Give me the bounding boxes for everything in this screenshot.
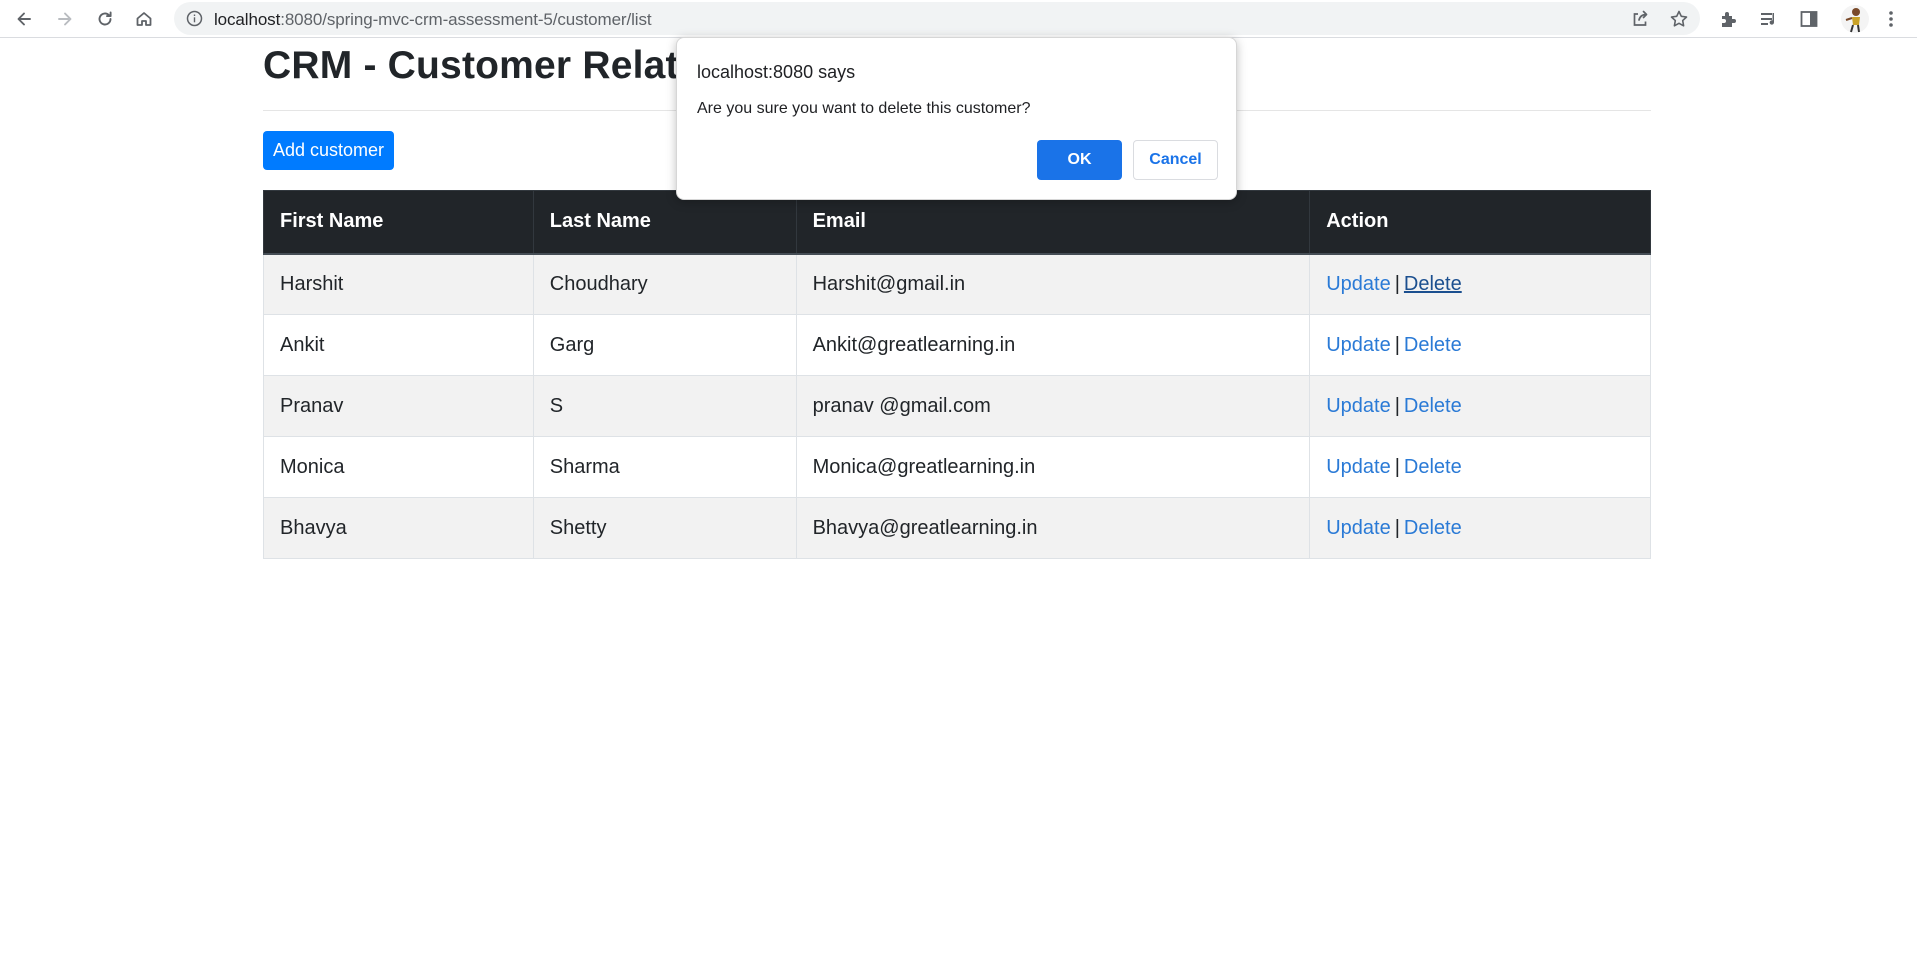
update-link[interactable]: Update: [1326, 517, 1391, 539]
action-separator: |: [1394, 516, 1400, 539]
url-text[interactable]: localhost:8080/spring-mvc-crm-assessment…: [214, 10, 652, 30]
cell-first-name: Harshit: [263, 253, 534, 315]
bookmark-star-icon[interactable]: [1669, 9, 1689, 29]
delete-link[interactable]: Delete: [1404, 517, 1462, 539]
update-link[interactable]: Update: [1326, 395, 1391, 417]
profile-avatar[interactable]: [1841, 5, 1869, 33]
back-icon[interactable]: [9, 4, 39, 34]
cell-last-name: S: [532, 375, 797, 437]
cell-email: pranav @gmail.com: [795, 375, 1311, 437]
reload-icon[interactable]: [90, 4, 120, 34]
cell-email: Ankit@greatlearning.in: [795, 314, 1311, 376]
url-path: :8080/spring-mvc-crm-assessment-5/custom…: [280, 10, 652, 29]
info-icon[interactable]: [186, 10, 203, 27]
cell-email: Monica@greatlearning.in: [795, 436, 1311, 498]
action-separator: |: [1394, 394, 1400, 417]
action-separator: |: [1394, 333, 1400, 356]
cancel-button[interactable]: Cancel: [1133, 140, 1218, 180]
add-customer-button[interactable]: Add customer: [263, 131, 394, 170]
address-bar[interactable]: localhost:8080/spring-mvc-crm-assessment…: [174, 2, 1700, 35]
cell-first-name: Bhavya: [263, 497, 534, 559]
delete-link[interactable]: Delete: [1404, 273, 1462, 295]
cell-action: Update | Delete: [1309, 375, 1651, 437]
cell-last-name: Shetty: [532, 497, 797, 559]
cell-last-name: Choudhary: [532, 253, 797, 315]
cell-last-name: Sharma: [532, 436, 797, 498]
action-separator: |: [1394, 455, 1400, 478]
table-row: Ankit Garg Ankit@greatlearning.in Update…: [263, 314, 1651, 376]
cell-email: Bhavya@greatlearning.in: [795, 497, 1311, 559]
table-row: Bhavya Shetty Bhavya@greatlearning.in Up…: [263, 497, 1651, 559]
delete-link[interactable]: Delete: [1404, 334, 1462, 356]
cell-email: Harshit@gmail.in: [795, 253, 1311, 315]
cell-last-name: Garg: [532, 314, 797, 376]
extensions-icon[interactable]: [1718, 8, 1740, 30]
media-queue-icon[interactable]: [1758, 8, 1780, 30]
update-link[interactable]: Update: [1326, 273, 1391, 295]
cell-first-name: Ankit: [263, 314, 534, 376]
ok-button[interactable]: OK: [1037, 140, 1122, 180]
confirm-dialog: localhost:8080 says Are you sure you wan…: [676, 37, 1237, 200]
update-link[interactable]: Update: [1326, 334, 1391, 356]
cell-action: Update | Delete: [1309, 497, 1651, 559]
url-host: localhost: [214, 10, 281, 29]
customer-table: First Name Last Name Email Action Harshi…: [263, 190, 1651, 559]
browser-toolbar: localhost:8080/spring-mvc-crm-assessment…: [0, 0, 1917, 38]
delete-link[interactable]: Delete: [1404, 395, 1462, 417]
dialog-title: localhost:8080 says: [697, 62, 856, 82]
cell-action: Update | Delete: [1309, 253, 1651, 315]
share-icon[interactable]: [1630, 9, 1650, 29]
header-action: Action: [1309, 190, 1651, 255]
menu-dots-icon[interactable]: [1880, 8, 1902, 30]
header-first-name: First Name: [263, 190, 534, 255]
cell-action: Update | Delete: [1309, 436, 1651, 498]
home-icon[interactable]: [129, 4, 159, 34]
cell-first-name: Monica: [263, 436, 534, 498]
cell-action: Update | Delete: [1309, 314, 1651, 376]
table-row: Harshit Choudhary Harshit@gmail.in Updat…: [263, 253, 1651, 315]
table-row: Pranav S pranav @gmail.com Update | Delete: [263, 375, 1651, 437]
table-row: Monica Sharma Monica@greatlearning.in Up…: [263, 436, 1651, 498]
action-separator: |: [1394, 272, 1400, 295]
update-link[interactable]: Update: [1326, 456, 1391, 478]
dialog-message: Are you sure you want to delete this cus…: [697, 100, 1031, 117]
cell-first-name: Pranav: [263, 375, 534, 437]
delete-link[interactable]: Delete: [1404, 456, 1462, 478]
side-panel-icon[interactable]: [1798, 8, 1820, 30]
forward-icon[interactable]: [50, 4, 80, 34]
